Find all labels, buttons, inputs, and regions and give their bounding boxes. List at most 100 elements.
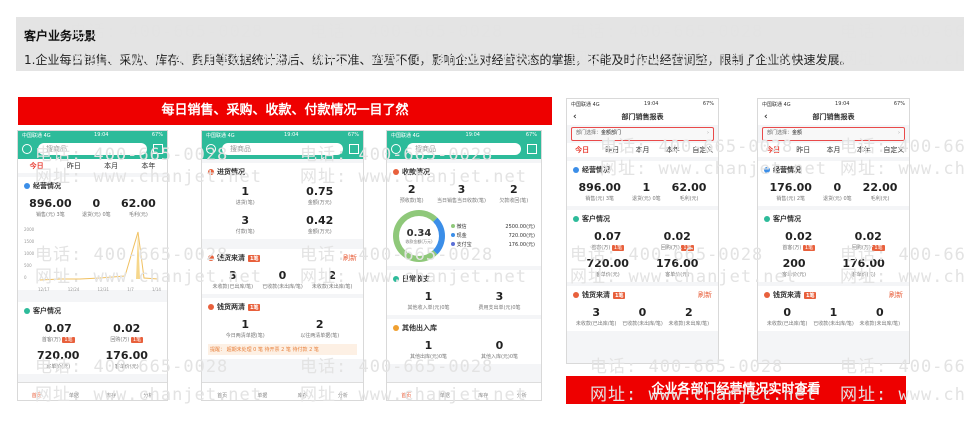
kpi-paid-unshipped[interactable]: 0 已收款(未出库/笔) — [262, 269, 303, 290]
kpi-same-day[interactable]: 3 当日销售当日收款(笔) — [437, 183, 486, 204]
refresh-button[interactable]: 刷新 — [698, 290, 712, 300]
department-selector[interactable]: 部门选择：金额部门 › — [571, 127, 714, 141]
kpi-paid-unshipped[interactable]: 1 已收款(未出库/笔) — [813, 306, 854, 327]
scenario-title: 客户业务场景 — [24, 29, 97, 43]
tab-custom[interactable]: 自定义 — [879, 145, 909, 155]
bottom-nav: 首页 单据 库存 分析 — [202, 382, 363, 400]
kpi-unpaid-shipped[interactable]: 3 未收款(已出库/笔) — [213, 269, 254, 290]
user-icon[interactable] — [22, 144, 32, 154]
nav-analysis[interactable]: 分析 — [503, 383, 542, 400]
receipt-donut: 0.34 收款金额(万元) — [393, 210, 445, 262]
status-bar: 中国联通 4G 19:04 67% — [387, 131, 541, 139]
kpi-unpaid-unshipped[interactable]: 2 未收款(未出库/笔) — [312, 269, 353, 290]
kpi-arrears[interactable]: 2 欠款收回(笔) — [499, 183, 528, 204]
search-input[interactable]: 搜商品 — [222, 143, 343, 155]
kpi-settled-today[interactable]: 1 今日两清单据(笔) — [226, 318, 265, 339]
kpi-paid-unshipped[interactable]: 0 已收款(未出库/笔) — [622, 306, 663, 327]
kpi-returns[interactable]: 0 退货(元) 0笔 — [82, 197, 111, 218]
tab-custom[interactable]: 自定义 — [688, 145, 718, 155]
kpi-sales[interactable]: 176.00 销售(元) 2笔 — [770, 181, 812, 202]
kpi-payment-amount[interactable]: 0.42 金额(万元) — [283, 214, 358, 235]
tab-today[interactable]: 今日 — [18, 161, 55, 171]
nav-stock[interactable]: 库存 — [283, 383, 323, 400]
search-toolbar: 搜商品 — [202, 139, 363, 159]
tab-year[interactable]: 本年 — [849, 145, 879, 155]
tab-month[interactable]: 本月 — [93, 161, 130, 171]
kpi-repurchase[interactable]: 0.02 回购(万) 1笔 — [852, 230, 885, 251]
kpi-payment-count[interactable]: 3 付款(笔) — [208, 214, 283, 235]
nav-stock[interactable]: 库存 — [464, 383, 503, 400]
purchase-icon — [208, 169, 214, 175]
kpi-prepay[interactable]: 2 预收款(笔) — [400, 183, 424, 204]
kpi-other-out[interactable]: 1 其他出库(元)0笔 — [410, 339, 447, 360]
kpi-returns[interactable]: 1 退货(元) 0笔 — [632, 181, 661, 202]
kpi-avg-price-1[interactable]: 720.00 客单价(元) — [587, 257, 629, 278]
user-icon[interactable] — [391, 144, 401, 154]
search-input[interactable]: 搜商品 — [407, 143, 521, 155]
kpi-sales[interactable]: 896.00 销售(元) 3笔 — [29, 197, 71, 218]
customer-section: 客户情况 0.02 首客(万) 1笔 0.02 回购(万) 1笔 200 客单价(元) 1… — [758, 210, 909, 282]
scan-icon[interactable] — [153, 144, 163, 154]
business-section: 经营情况 176.00 销售(元) 2笔 0 退货(元) 0笔 22.00 毛利(元) — [758, 161, 909, 206]
kpi-avg-price-2[interactable]: 176.00 客单价(元) — [842, 257, 884, 278]
customer-icon — [24, 308, 30, 314]
kpi-purchase-amount[interactable]: 0.75 金额(万元) — [283, 185, 358, 206]
business-section: 经营情况 896.00 销售(元) 3笔 1 退货(元) 0笔 62.00 毛利(元) — [567, 161, 718, 206]
nav-home[interactable]: 首页 — [18, 383, 55, 400]
kpi-sales[interactable]: 896.00 销售(元) 3笔 — [579, 181, 621, 202]
nav-analysis[interactable]: 分析 — [323, 383, 363, 400]
kpi-unpaid-shipped[interactable]: 0 未收款(已出库/笔) — [767, 306, 808, 327]
banner-department: 企业各部门经营情况实时查看 — [566, 376, 906, 404]
scan-icon[interactable] — [349, 144, 359, 154]
search-toolbar: 搜商品 — [387, 139, 541, 159]
nav-home[interactable]: 首页 — [202, 383, 242, 400]
department-selector[interactable]: 部门选择：金额 › — [762, 127, 905, 141]
back-icon[interactable]: ‹ — [764, 109, 768, 125]
tab-year[interactable]: 本年 — [658, 145, 688, 155]
kpi-unpaid-shipped[interactable]: 3 未收款(已出库/笔) — [576, 306, 617, 327]
refresh-button[interactable]: 刷新 — [343, 253, 357, 263]
tab-yesterday[interactable]: 昨日 — [55, 161, 92, 171]
nav-stock[interactable]: 库存 — [93, 383, 130, 400]
kpi-avg-price-2[interactable]: 176.00 客单价(元) — [106, 349, 148, 370]
kpi-other-income[interactable]: 1 其他收入单(元)0笔 — [407, 290, 449, 311]
scenario-header: 客户业务场景 1.企业每日销售、采购、库存、费用等数据统计滞后、统计不准、查看不… — [16, 17, 964, 71]
kpi-profit[interactable]: 62.00 毛利(元) — [121, 197, 156, 218]
other-stock-section: 其他出入库 1 其他出库(元)0笔 0 其他入库(元)0笔 — [387, 319, 541, 364]
kpi-avg-price-1[interactable]: 200 客单价(元) — [782, 257, 806, 278]
kpi-settled-past[interactable]: 2 以往两清单据(笔) — [300, 318, 339, 339]
kpi-profit[interactable]: 22.00 毛利(元) — [863, 181, 898, 202]
tab-month[interactable]: 本月 — [818, 145, 848, 155]
kpi-unpaid-unshipped[interactable]: 2 未收款(未出库/笔) — [669, 306, 710, 327]
back-icon[interactable]: ‹ — [573, 109, 577, 125]
nav-docs[interactable]: 单据 — [55, 383, 92, 400]
nav-home[interactable]: 首页 — [387, 383, 426, 400]
tab-month[interactable]: 本月 — [627, 145, 657, 155]
kpi-repurchase[interactable]: 0.02 回购(万) 1笔 — [110, 322, 144, 343]
tab-today[interactable]: 今日 — [758, 145, 788, 155]
kpi-avg-price-1[interactable]: 720.00 客单价(元) — [37, 349, 79, 370]
tab-today[interactable]: 今日 — [567, 145, 597, 155]
nav-analysis[interactable]: 分析 — [130, 383, 167, 400]
kpi-new-customer[interactable]: 0.07 首客(万) 1笔 — [42, 322, 75, 343]
tab-yesterday[interactable]: 昨日 — [597, 145, 627, 155]
nav-docs[interactable]: 单据 — [242, 383, 282, 400]
tab-year[interactable]: 本年 — [130, 161, 167, 171]
nav-docs[interactable]: 单据 — [426, 383, 465, 400]
user-icon[interactable] — [206, 144, 216, 154]
kpi-new-customer[interactable]: 0.07 首客(万) 1笔 — [591, 230, 625, 251]
kpi-expense[interactable]: 3 费用支出单(元)0笔 — [478, 290, 520, 311]
kpi-other-in[interactable]: 0 其他入库(元)0笔 — [481, 339, 518, 360]
kpi-repurchase[interactable]: 0.02 回购(万) 1笔 — [661, 230, 694, 251]
kpi-returns[interactable]: 0 退货(元) 0笔 — [823, 181, 852, 202]
kpi-profit[interactable]: 62.00 毛利(元) — [672, 181, 707, 202]
customer-section: 客户情况 0.07 首客(万) 1笔 0.02 回购(万) 1笔 720.00 客单价(… — [18, 302, 167, 374]
scan-icon[interactable] — [527, 144, 537, 154]
kpi-purchase-count[interactable]: 1 进货(笔) — [208, 185, 283, 206]
kpi-avg-price-2[interactable]: 176.00 客单价(元) — [656, 257, 698, 278]
search-input[interactable]: 搜商品 — [38, 143, 147, 155]
kpi-new-customer[interactable]: 0.02 首客(万) 1笔 — [782, 230, 816, 251]
tab-yesterday[interactable]: 昨日 — [788, 145, 818, 155]
refresh-button[interactable]: 刷新 — [889, 290, 903, 300]
kpi-unpaid-unshipped[interactable]: 0 未收款(未出库/笔) — [860, 306, 901, 327]
